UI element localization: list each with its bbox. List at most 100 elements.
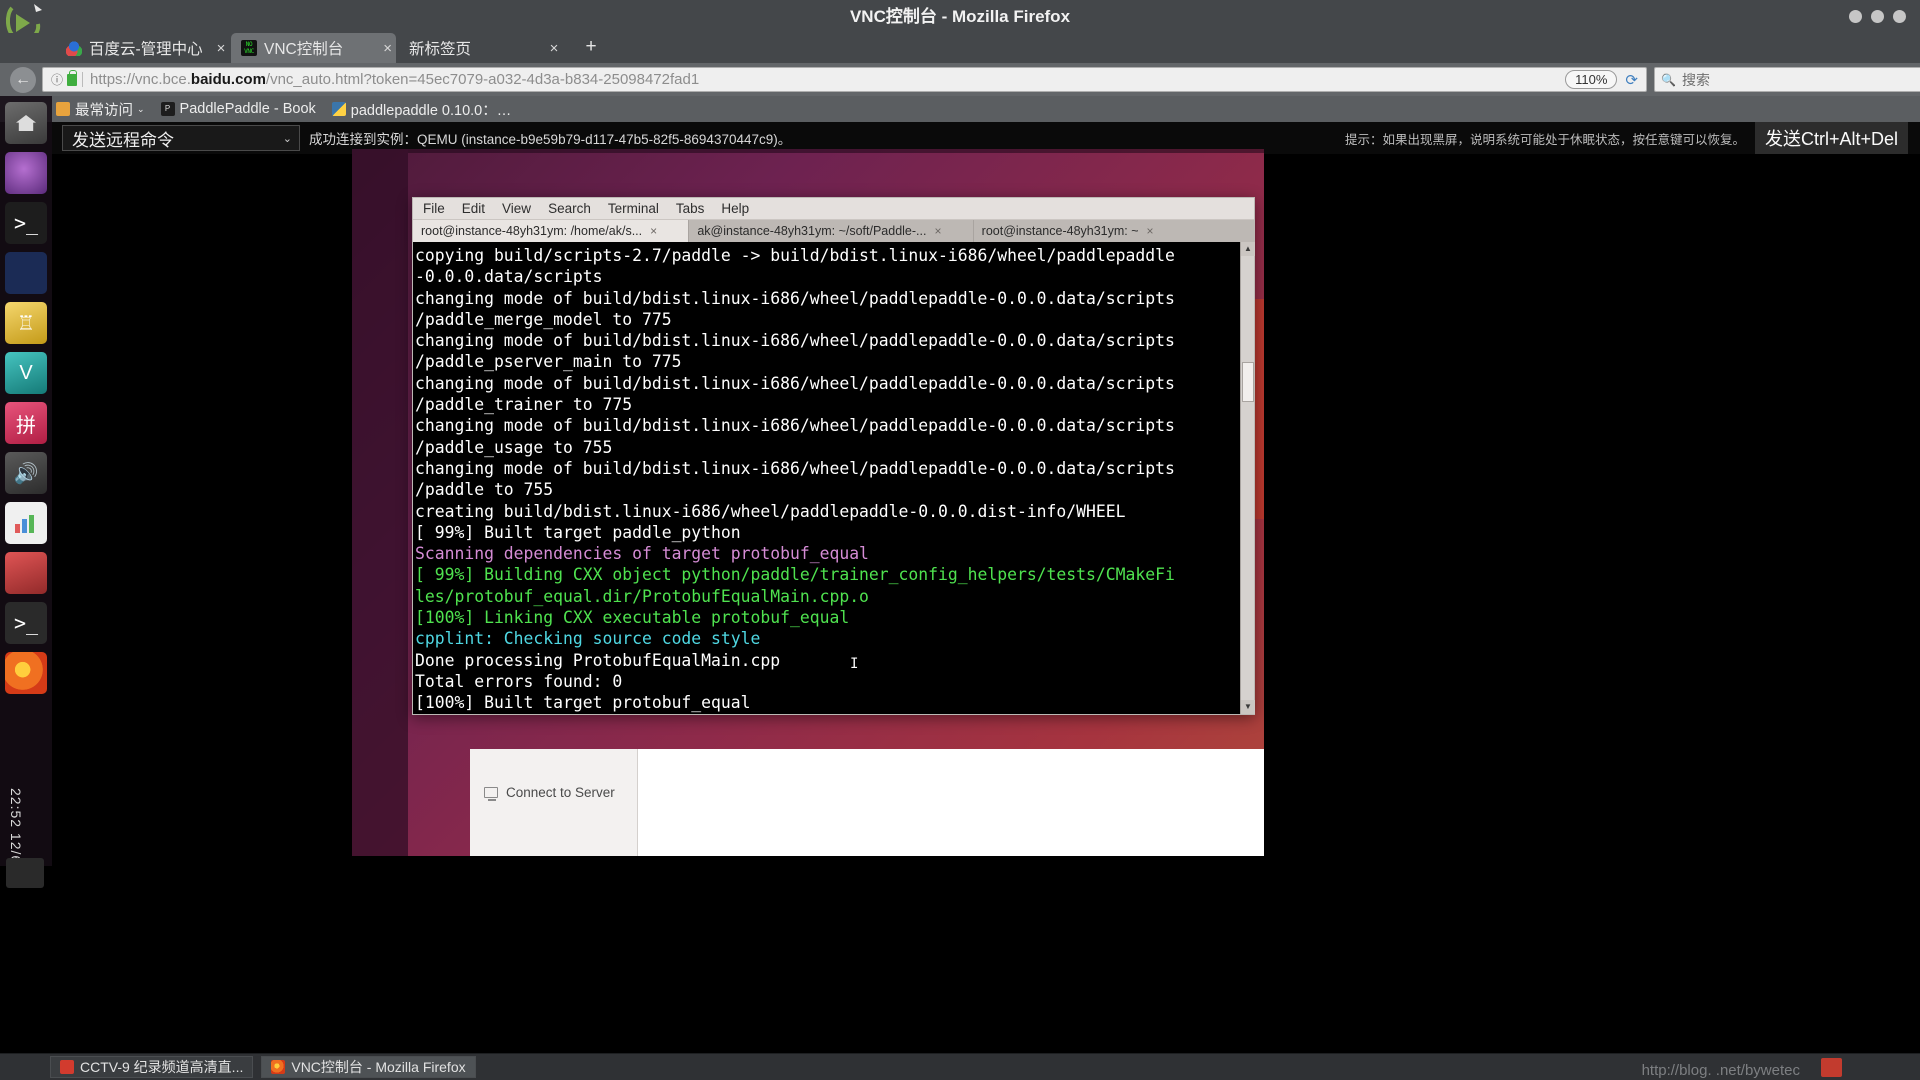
tray-icon[interactable] (1821, 1058, 1842, 1077)
navigation-toolbar: ← ⓘ https://vnc.bce.baidu.com/vnc_auto.h… (0, 63, 1920, 96)
menu-view[interactable]: View (502, 201, 531, 216)
reload-icon[interactable]: ⟳ (1625, 71, 1638, 89)
home-icon[interactable] (5, 102, 47, 144)
taskbar-item-cctv[interactable]: CCTV-9 纪录频道高清直... (50, 1056, 254, 1078)
terminal-tab-label: root@instance-48yh31ym: ~ (981, 224, 1139, 238)
speaker-icon[interactable]: 🔊 (5, 452, 47, 494)
tab-label: 新标签页 (409, 41, 472, 58)
page-info-icon[interactable]: ⓘ (51, 71, 63, 88)
menu-file[interactable]: File (423, 201, 445, 216)
disk-icon[interactable] (5, 552, 47, 594)
close-icon[interactable]: × (650, 224, 657, 238)
v-icon[interactable]: V (5, 352, 47, 394)
terminal-line: [ 99%] Built target paddle_python (415, 522, 741, 542)
terminal-line: Total errors found: 0 (415, 671, 623, 691)
dark-icon: P (160, 102, 175, 116)
url-bar[interactable]: ⓘ https://vnc.bce.baidu.com/vnc_auto.htm… (42, 67, 1647, 92)
send-ctrl-alt-del-button[interactable]: 发送Ctrl+Alt+Del (1754, 122, 1908, 154)
square-icon[interactable] (5, 252, 47, 294)
back-button[interactable]: ← (10, 66, 36, 93)
search-input[interactable]: 🔍 搜索 (1654, 67, 1920, 92)
maximize-button[interactable] (1871, 10, 1884, 23)
lock-icon (67, 69, 78, 86)
mouse-cursor-icon: I (850, 656, 859, 672)
menu-terminal[interactable]: Terminal (608, 201, 659, 216)
terminal-line: /paddle to 755 (415, 480, 554, 500)
terminal-line: changing mode of build/bdist.linux-i686/… (415, 373, 1175, 393)
url-domain: baidu.com (190, 71, 266, 88)
browser-tab-vnc[interactable]: NO VNC VNC控制台 × (231, 33, 396, 63)
menu-tabs[interactable]: Tabs (676, 201, 705, 216)
chevron-down-icon: ⌄ (282, 132, 292, 145)
remote-unity-launcher (352, 149, 408, 856)
url-prefix: https://vnc.bce. (90, 71, 191, 88)
unity-launcher: >_ ♖ V 拼 🔊 >_ (0, 96, 52, 866)
terminal-line: cpplint: Checking source code style (415, 629, 761, 649)
search-icon: 🔍 (1661, 72, 1676, 87)
scroll-down-icon[interactable]: ▼ (1241, 700, 1255, 714)
tab-close-icon[interactable]: × (547, 40, 561, 57)
circle-icon[interactable] (5, 152, 47, 194)
terminal-tab[interactable]: root@instance-48yh31ym: /home/ak/s... × (413, 220, 690, 242)
terminal-icon[interactable]: >_ (5, 602, 47, 644)
connect-to-server-item[interactable]: Connect to Server (484, 785, 615, 801)
close-button[interactable] (1893, 10, 1906, 23)
terminal-line: /paddle_merge_model to 775 (415, 309, 672, 329)
trophy-icon[interactable]: ♖ (5, 302, 47, 344)
terminal-line: [100%] Built target protobuf_equal (415, 693, 751, 713)
terminal-line: changing mode of build/bdist.linux-i686/… (415, 331, 1175, 351)
terminal-line: creating build/bdist.linux-i686/wheel/pa… (415, 501, 1126, 521)
firefox-icon (271, 1060, 286, 1074)
zoom-level-badge[interactable]: 110% (1565, 70, 1618, 89)
taskbar-item-firefox[interactable]: VNC控制台 - Mozilla Firefox (261, 1056, 476, 1078)
tab-close-icon[interactable]: × (217, 40, 226, 57)
terminal-line: les/protobuf_equal.dir/ProtobufEqualMain… (415, 586, 869, 606)
terminal-line: changing mode of build/bdist.linux-i686/… (415, 416, 1175, 436)
remote-scroll-indicator (1255, 299, 1264, 519)
remote-command-label: 发送远程命令 (72, 130, 174, 150)
tab-strip: 百度云-管理中心 × NO VNC VNC控制台 × 新标签页 × + (0, 33, 1920, 63)
new-tab-button[interactable]: + (580, 37, 602, 59)
firefox-icon[interactable] (5, 652, 47, 694)
pinyin-icon[interactable]: 拼 (5, 402, 47, 444)
remote-desktop-canvas[interactable]: Connect to Server File Edit View Search … (352, 149, 1264, 856)
browser-tab-baidu[interactable]: 百度云-管理中心 × (56, 33, 231, 63)
terminal-tabbar: root@instance-48yh31ym: /home/ak/s... × … (413, 220, 1254, 242)
taskbar-item-label: CCTV-9 纪录频道高清直... (80, 1059, 244, 1075)
firefox-window: VNC控制台 - Mozilla Firefox 百度云-管理中心 × NO VN… (0, 0, 1920, 1080)
terminal-line: [ 99%] Building CXX object python/paddle… (415, 565, 1175, 585)
menu-help[interactable]: Help (721, 201, 749, 216)
chart-icon[interactable] (5, 502, 47, 544)
browser-tab-newtab[interactable]: 新标签页 × (399, 33, 574, 63)
bookmark-paddlepaddle-book[interactable]: P PaddlePaddle - Book (160, 101, 316, 117)
bookmark-paddlepaddle-docs[interactable]: paddlepaddle 0.10.0：… (331, 99, 511, 120)
close-icon[interactable]: × (1147, 224, 1154, 238)
terminal-body[interactable]: copying build/scripts-2.7/paddle -> buil… (413, 242, 1255, 714)
terminal-icon[interactable]: >_ (5, 202, 47, 244)
terminal-window[interactable]: File Edit View Search Terminal Tabs Help… (412, 197, 1255, 715)
tab-close-icon[interactable]: × (383, 40, 392, 57)
server-icon (484, 787, 498, 801)
menu-search[interactable]: Search (548, 201, 591, 216)
terminal-scrollbar[interactable]: ▲ ▼ (1240, 242, 1255, 714)
terminal-line: [100%] Linking CXX executable protobuf_e… (415, 608, 850, 628)
scroll-up-icon[interactable]: ▲ (1241, 242, 1255, 256)
bookmark-most-visited[interactable]: 最常访问 ⌄ (56, 99, 145, 120)
scrollbar-thumb[interactable] (1242, 362, 1254, 402)
minimize-button[interactable] (1849, 10, 1862, 23)
bookmark-label: 最常访问 (75, 102, 133, 119)
chevron-down-icon: ⌄ (137, 103, 145, 114)
launcher-trash-icon[interactable] (6, 858, 44, 888)
close-icon[interactable]: × (934, 224, 941, 238)
terminal-tab[interactable]: root@instance-48yh31ym: ~ × (973, 220, 1254, 242)
menu-edit[interactable]: Edit (462, 201, 485, 216)
terminal-line: -0.0.0.data/scripts (415, 267, 603, 287)
bookmarks-toolbar: 最常访问 ⌄ P PaddlePaddle - Book paddlepaddl… (0, 96, 1920, 122)
window-controls[interactable] (1849, 0, 1906, 33)
url-suffix: /vnc_auto.html?token=45ec7079-a032-4d3a-… (265, 71, 700, 88)
folder-icon (56, 102, 70, 116)
terminal-tab[interactable]: ak@instance-48yh31ym: ~/soft/Paddle-... … (689, 220, 974, 242)
remote-command-select[interactable]: 发送远程命令 ⌄ (62, 125, 300, 151)
tab-label: VNC控制台 (264, 41, 344, 58)
terminal-line: copying build/scripts-2.7/paddle -> buil… (415, 246, 1175, 265)
